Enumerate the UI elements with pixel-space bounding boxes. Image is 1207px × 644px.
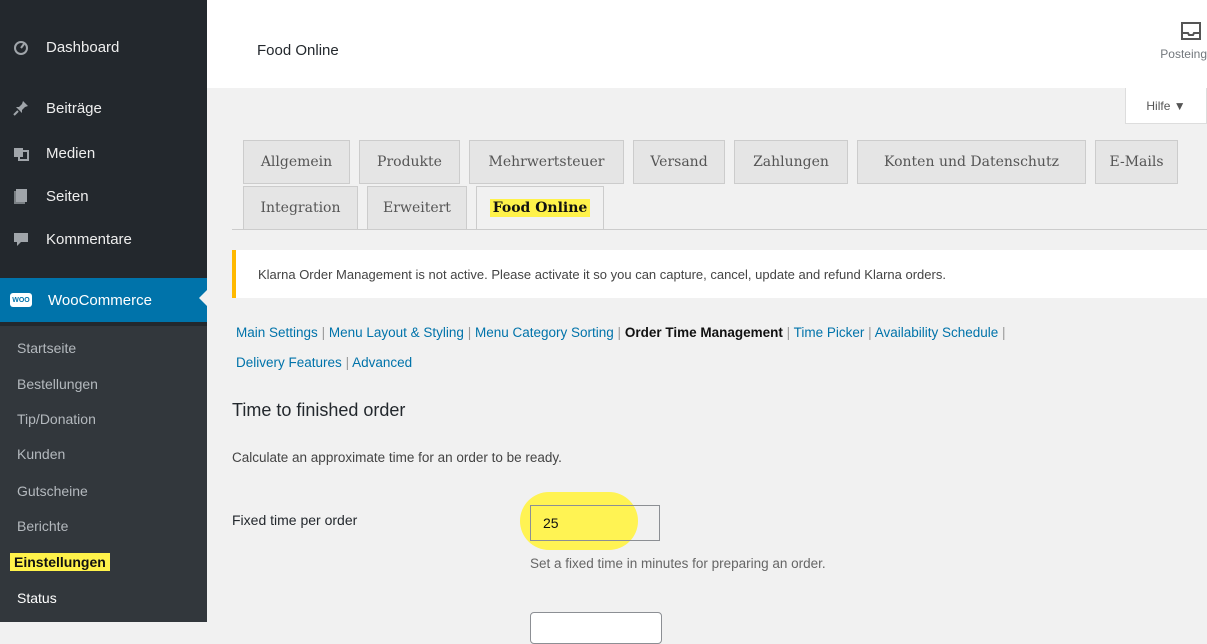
- subnav-delivery-features[interactable]: Delivery Features: [236, 355, 342, 370]
- separator: |: [321, 325, 329, 340]
- submenu-tip-donation[interactable]: Tip/Donation: [17, 411, 96, 427]
- section-description: Calculate an approximate time for an ord…: [232, 450, 562, 465]
- page-header: Food Online Posteing: [207, 0, 1207, 88]
- pages-icon: [12, 187, 30, 205]
- separator: |: [786, 325, 794, 340]
- submenu-einstellungen[interactable]: Einstellungen: [10, 553, 110, 571]
- tab-food-online[interactable]: Food Online: [476, 186, 604, 230]
- submenu-bestellungen[interactable]: Bestellungen: [17, 376, 98, 392]
- settings-subnav: Main Settings | Menu Layout & Styling | …: [236, 318, 1196, 378]
- klarna-notice: Klarna Order Management is not active. P…: [232, 250, 1207, 298]
- menu-pages-label: Seiten: [46, 187, 89, 205]
- subnav-main-settings[interactable]: Main Settings: [236, 325, 318, 340]
- tab-mehrwertsteuer[interactable]: Mehrwertsteuer: [469, 140, 624, 184]
- tab-versand[interactable]: Versand: [633, 140, 725, 184]
- tab-zahlungen[interactable]: Zahlungen: [734, 140, 848, 184]
- subnav-order-time-management[interactable]: Order Time Management: [625, 325, 783, 340]
- inbox-button[interactable]: Posteing: [1147, 22, 1207, 61]
- tab-produkte[interactable]: Produkte: [359, 140, 460, 184]
- fixed-time-input[interactable]: [530, 505, 660, 541]
- subnav-time-picker[interactable]: Time Picker: [794, 325, 865, 340]
- woocommerce-submenu: Startseite Bestellungen Tip/Donation Kun…: [0, 326, 207, 622]
- menu-dashboard[interactable]: Dashboard: [0, 27, 207, 67]
- menu-posts-label: Beiträge: [46, 99, 102, 117]
- tab-allgemein[interactable]: Allgemein: [243, 140, 350, 184]
- submenu-gutscheine[interactable]: Gutscheine: [17, 483, 88, 499]
- page-title: Food Online: [257, 42, 339, 59]
- section-title: Time to finished order: [232, 400, 406, 420]
- fixed-time-label: Fixed time per order: [232, 512, 358, 528]
- media-icon: [12, 144, 30, 162]
- subnav-advanced[interactable]: Advanced: [352, 355, 412, 370]
- separator: |: [617, 325, 625, 340]
- menu-woocommerce-label: WooCommerce: [48, 291, 152, 309]
- woocommerce-logo-icon: WOO: [10, 293, 32, 307]
- tab-divider: [232, 229, 1207, 230]
- subnav-menu-layout[interactable]: Menu Layout & Styling: [329, 325, 464, 340]
- subnav-menu-category-sorting[interactable]: Menu Category Sorting: [475, 325, 614, 340]
- tab-konten-datenschutz[interactable]: Konten und Datenschutz: [857, 140, 1086, 184]
- submenu-startseite[interactable]: Startseite: [17, 340, 76, 356]
- separator: |: [467, 325, 475, 340]
- current-menu-arrow-icon: [199, 290, 207, 306]
- tab-erweitert[interactable]: Erweitert: [367, 186, 467, 230]
- separator: |: [1002, 325, 1006, 340]
- pin-icon: [12, 99, 30, 117]
- tab-food-online-label: Food Online: [489, 199, 591, 217]
- dashboard-icon: [12, 38, 30, 56]
- inbox-label: Posteing: [1160, 47, 1207, 61]
- submenu-status[interactable]: Status: [17, 590, 57, 606]
- submenu-berichte[interactable]: Berichte: [17, 518, 68, 534]
- menu-pages[interactable]: Seiten: [0, 176, 207, 216]
- tab-integration[interactable]: Integration: [243, 186, 358, 230]
- menu-woocommerce[interactable]: WOO WooCommerce: [0, 278, 207, 322]
- next-field-input[interactable]: [530, 612, 662, 644]
- admin-sidebar: Dashboard Beiträge Medien Seiten Komment…: [0, 0, 207, 622]
- submenu-kunden[interactable]: Kunden: [17, 446, 65, 462]
- comments-icon: [12, 230, 30, 248]
- menu-media[interactable]: Medien: [0, 133, 207, 173]
- notice-text: Klarna Order Management is not active. P…: [258, 266, 946, 282]
- menu-posts[interactable]: Beiträge: [0, 88, 207, 128]
- inbox-icon: [1181, 22, 1201, 40]
- tab-e-mails[interactable]: E-Mails: [1095, 140, 1178, 184]
- menu-dashboard-label: Dashboard: [46, 38, 120, 56]
- subnav-availability-schedule[interactable]: Availability Schedule: [875, 325, 999, 340]
- help-tab-button[interactable]: Hilfe ▼: [1125, 88, 1207, 124]
- menu-comments[interactable]: Kommentare: [0, 219, 207, 259]
- menu-media-label: Medien: [46, 144, 96, 162]
- fixed-time-description: Set a fixed time in minutes for preparin…: [530, 556, 826, 571]
- menu-comments-label: Kommentare: [46, 230, 132, 248]
